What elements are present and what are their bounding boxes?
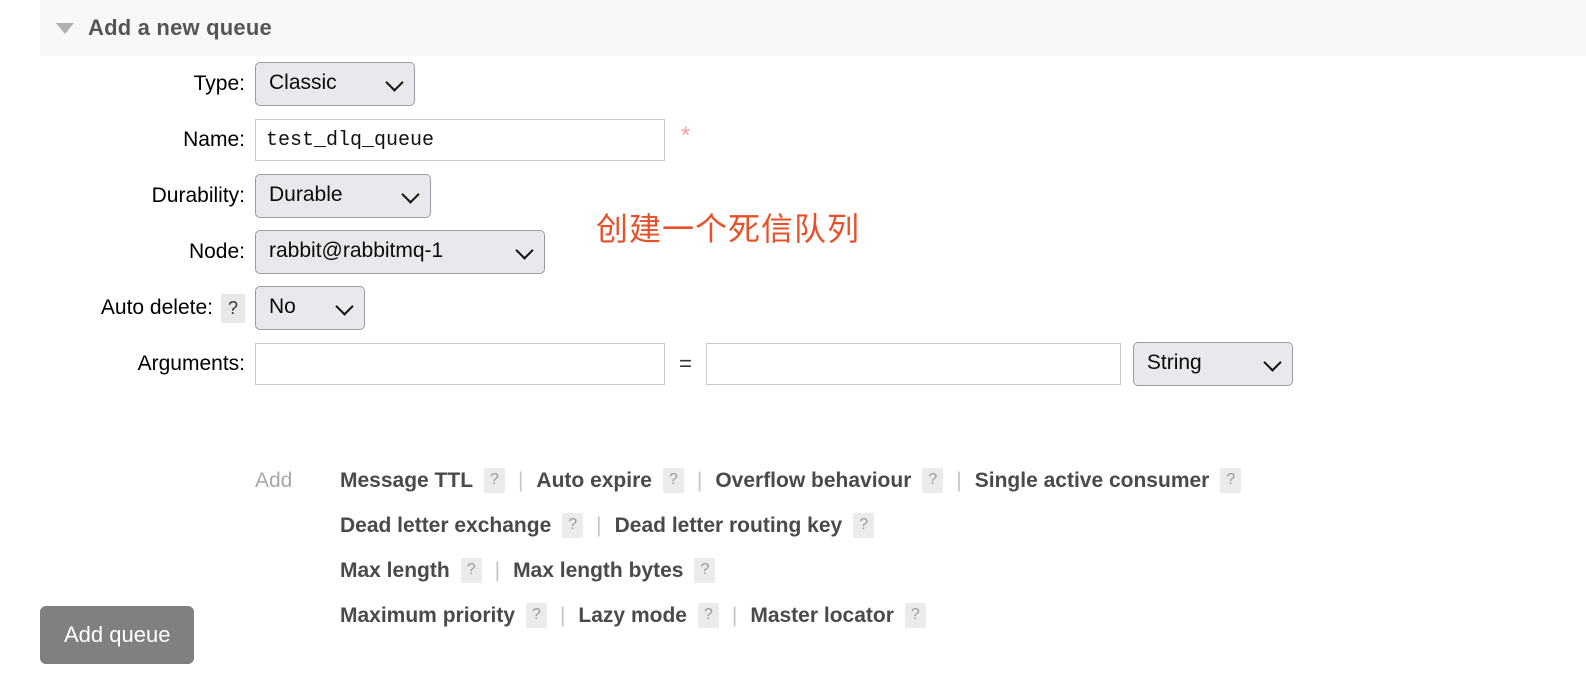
auto-delete-select-wrap: No bbox=[255, 286, 365, 330]
preset-row: Max length ? | Max length bytes ? bbox=[255, 548, 1575, 593]
auto-delete-label-text: Auto delete: bbox=[100, 296, 213, 319]
separator: | bbox=[956, 468, 962, 492]
preset-row: Add Message TTL ? | Auto expire ? | Over… bbox=[255, 458, 1575, 503]
name-controls: * bbox=[245, 119, 690, 161]
argument-value-input[interactable] bbox=[705, 342, 1121, 385]
form-row-type: Type: Classic bbox=[0, 56, 1586, 112]
preset-items: Maximum priority ? | Lazy mode ? | Maste… bbox=[340, 603, 926, 628]
preset-dead-letter-exchange[interactable]: Dead letter exchange bbox=[340, 514, 551, 538]
add-label: Add bbox=[255, 468, 293, 492]
help-icon[interactable]: ? bbox=[220, 293, 245, 323]
durability-select[interactable]: Durable bbox=[255, 174, 431, 218]
help-icon[interactable]: ? bbox=[460, 558, 482, 583]
durability-label: Durability: bbox=[151, 184, 245, 207]
auto-delete-label: Auto delete: ? bbox=[0, 293, 245, 323]
form-row-auto-delete: Auto delete: ? No bbox=[0, 280, 1586, 336]
separator: | bbox=[517, 468, 524, 492]
argument-key-input[interactable] bbox=[255, 342, 665, 385]
section-header[interactable]: Add a new queue bbox=[40, 0, 1586, 56]
help-icon[interactable]: ? bbox=[562, 513, 584, 538]
separator: | bbox=[494, 558, 501, 582]
preset-single-active-consumer[interactable]: Single active consumer bbox=[975, 469, 1210, 493]
preset-lazy-mode[interactable]: Lazy mode bbox=[578, 604, 687, 628]
help-icon[interactable]: ? bbox=[697, 603, 719, 628]
argument-type-select[interactable]: String bbox=[1132, 342, 1293, 386]
help-icon[interactable]: ? bbox=[694, 558, 716, 583]
separator: | bbox=[559, 603, 566, 627]
preset-row: Dead letter exchange ? | Dead letter rou… bbox=[255, 503, 1575, 548]
preset-overflow-behaviour[interactable]: Overflow behaviour bbox=[715, 469, 911, 493]
help-icon[interactable]: ? bbox=[904, 603, 926, 628]
help-icon[interactable]: ? bbox=[484, 468, 505, 493]
auto-delete-controls: No bbox=[245, 286, 365, 330]
name-label: Name: bbox=[183, 128, 245, 151]
help-icon[interactable]: ? bbox=[1220, 468, 1242, 493]
separator: | bbox=[596, 513, 602, 537]
form-row-arguments: Arguments: = String bbox=[0, 336, 1586, 392]
type-select-wrap: Classic bbox=[255, 62, 415, 106]
node-select-wrap: rabbit@rabbitmq-1 bbox=[255, 230, 545, 274]
equals-sign: = bbox=[679, 350, 692, 376]
annotation-text: 创建一个死信队列 bbox=[596, 210, 861, 248]
preset-message-ttl[interactable]: Message TTL bbox=[340, 469, 473, 493]
preset-maximum-priority[interactable]: Maximum priority bbox=[340, 604, 515, 628]
preset-row: Maximum priority ? | Lazy mode ? | Maste… bbox=[255, 593, 1575, 638]
help-icon[interactable]: ? bbox=[526, 603, 547, 628]
auto-delete-select[interactable]: No bbox=[255, 286, 365, 330]
separator: | bbox=[696, 468, 703, 492]
required-asterisk: * bbox=[681, 122, 691, 149]
node-controls: rabbit@rabbitmq-1 bbox=[245, 230, 545, 274]
argument-presets: Add Message TTL ? | Auto expire ? | Over… bbox=[255, 458, 1575, 638]
arguments-controls: = String bbox=[245, 342, 1293, 386]
preset-dead-letter-routing-key[interactable]: Dead letter routing key bbox=[615, 514, 843, 538]
durability-controls: Durable bbox=[245, 174, 431, 218]
separator: | bbox=[731, 603, 738, 627]
preset-master-locator[interactable]: Master locator bbox=[750, 604, 894, 628]
type-controls: Classic bbox=[245, 62, 415, 106]
node-select[interactable]: rabbit@rabbitmq-1 bbox=[255, 230, 545, 274]
preset-items: Message TTL ? | Auto expire ? | Overflow… bbox=[340, 468, 1242, 493]
arguments-label: Arguments: bbox=[137, 352, 245, 375]
type-label: Type: bbox=[193, 72, 245, 95]
triangle-down-icon[interactable] bbox=[56, 22, 74, 34]
argument-type-select-wrap: String bbox=[1132, 342, 1293, 386]
help-icon[interactable]: ? bbox=[922, 468, 944, 493]
page-title: Add a new queue bbox=[88, 15, 272, 40]
form-row-name: Name: * bbox=[0, 112, 1586, 168]
node-label: Node: bbox=[188, 240, 245, 263]
preset-auto-expire[interactable]: Auto expire bbox=[536, 469, 652, 493]
durability-select-wrap: Durable bbox=[255, 174, 431, 218]
preset-items: Max length ? | Max length bytes ? bbox=[340, 558, 716, 583]
add-queue-button[interactable]: Add queue bbox=[40, 606, 195, 664]
preset-max-length[interactable]: Max length bbox=[340, 559, 450, 583]
type-select[interactable]: Classic bbox=[255, 62, 415, 106]
queue-name-input[interactable] bbox=[255, 119, 665, 161]
preset-max-length-bytes[interactable]: Max length bytes bbox=[513, 559, 683, 583]
preset-items: Dead letter exchange ? | Dead letter rou… bbox=[340, 513, 875, 538]
help-icon[interactable]: ? bbox=[853, 513, 875, 538]
help-icon[interactable]: ? bbox=[662, 468, 684, 493]
